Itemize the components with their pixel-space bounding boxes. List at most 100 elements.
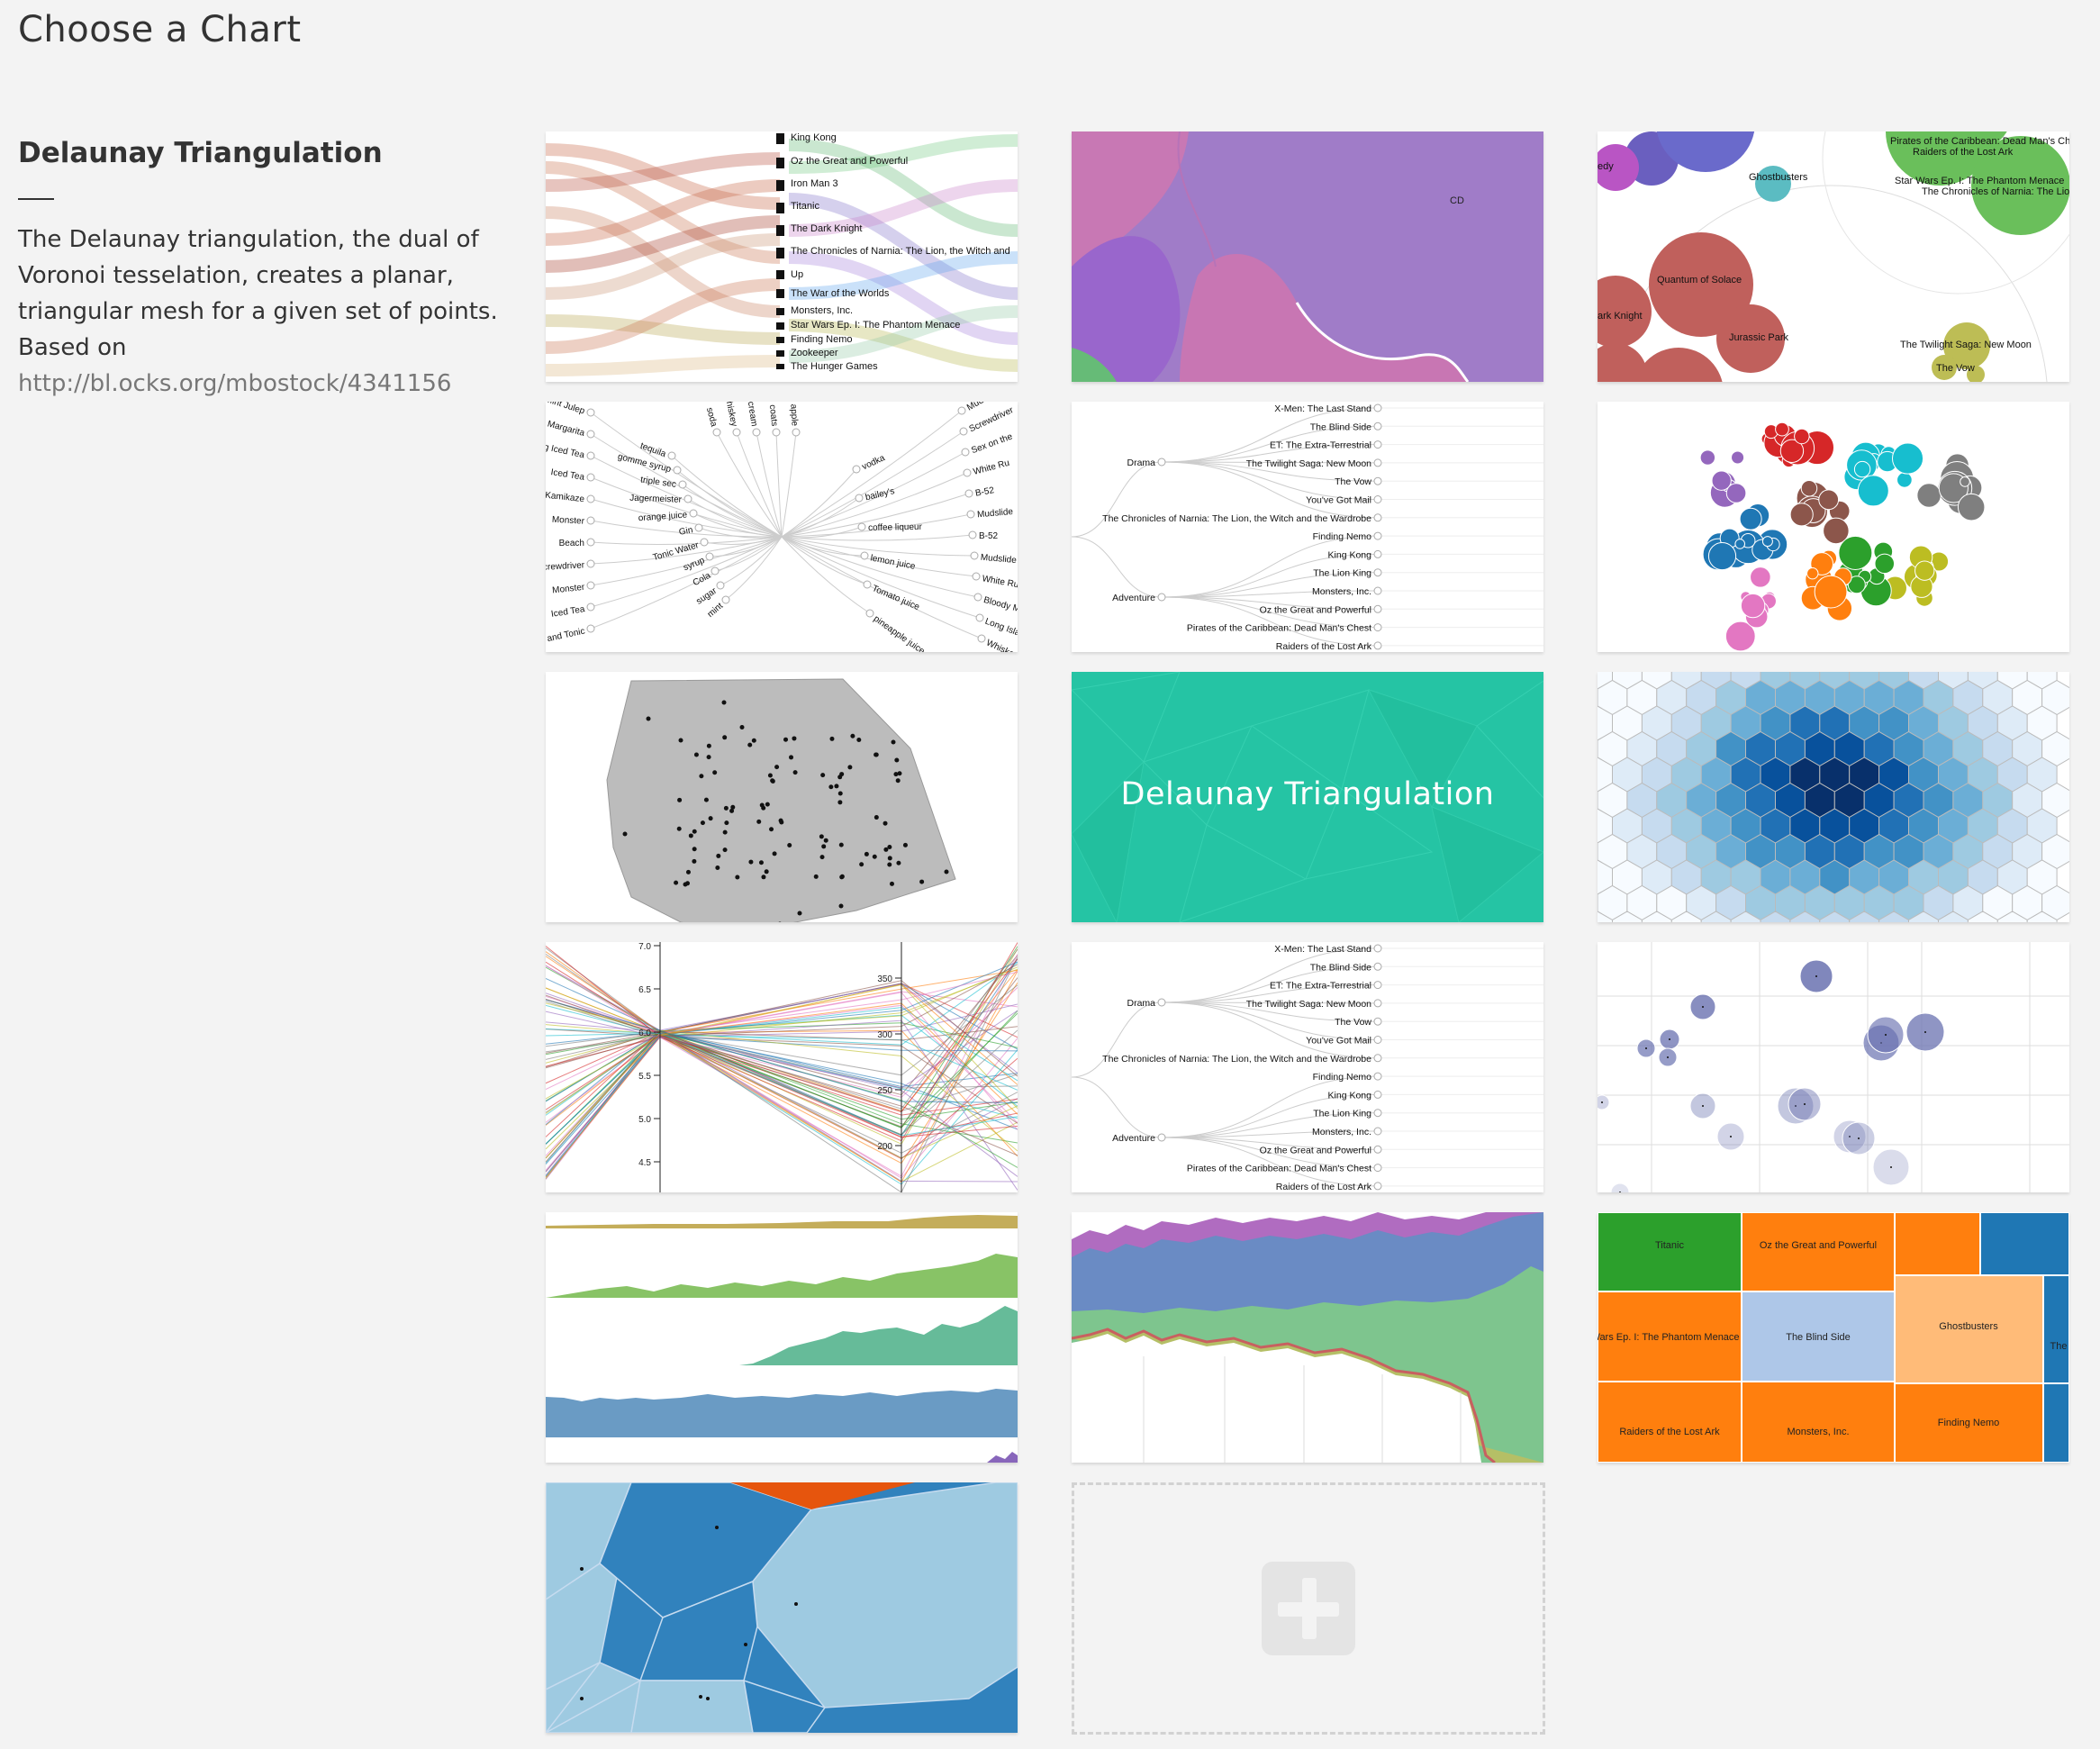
set-label: King Kong: [791, 132, 837, 143]
selected-chart-description: The Delaunay triangulation, the dual of …: [18, 226, 498, 361]
axis-tick: 4.5: [638, 1158, 651, 1168]
treemap-label: The: [2050, 1341, 2068, 1352]
set-label: The Hunger Games: [791, 361, 878, 372]
bubble-label: Star Wars Ep. I: The Phantom Menace: [1895, 176, 2064, 186]
tree-label: whiskey: [722, 402, 738, 428]
leaf-label: The Lion King: [1313, 1109, 1371, 1119]
tree-label: Iced Tea: [550, 467, 585, 483]
leaf-label: Monsters, Inc.: [1312, 586, 1371, 597]
chart-tile-blob-areas[interactable]: CD: [1072, 131, 1543, 382]
tree-label: and Tonic: [547, 627, 586, 645]
treemap-label: Ghostbusters: [1939, 1321, 1998, 1332]
axis-tick: 350: [877, 974, 892, 984]
leaf-label: Raiders of the Lost Ark: [1276, 641, 1372, 652]
set-label: Monsters, Inc.: [791, 305, 853, 316]
axis-tick: 5.0: [638, 1115, 651, 1125]
bubble-label: The Vow: [1936, 363, 1975, 374]
tree-label: White Ru: [973, 458, 1011, 477]
treemap-label: Titanic: [1655, 1240, 1684, 1251]
tree-label: coffee liqueur: [868, 522, 923, 533]
chart-tile-small-multiples[interactable]: [546, 1212, 1018, 1463]
leaf-label: The Chronicles of Narnia: The Lion, the …: [1102, 513, 1371, 524]
chart-tile-voronoi[interactable]: [546, 1482, 1018, 1733]
set-label: Titanic: [791, 201, 819, 212]
tree-label: Beach: [559, 539, 584, 548]
chart-tile-hexbin[interactable]: [1598, 672, 2069, 922]
axis-tick: 200: [877, 1142, 892, 1152]
treemap-label: Oz the Great and Powerful: [1760, 1240, 1877, 1251]
bubble-label: Raiders of the Lost Ark: [1913, 147, 2014, 158]
axis-tick: 5.5: [638, 1072, 651, 1082]
set-label: Zookeeper: [791, 348, 838, 358]
leaf-label: The Blind Side: [1310, 962, 1371, 973]
set-label: The Dark Knight: [791, 223, 862, 234]
tree-label: Sex on the: [970, 431, 1014, 456]
tree-label: lemon juice: [870, 553, 917, 572]
chart-tile-radial-tree[interactable]: Mint Julep Margarita Long Iced Tea Iced Tea…: [546, 402, 1018, 652]
chart-tile-tree[interactable]: Drama Adventure X-Men: The Last Stand The B…: [1072, 942, 1543, 1192]
leaf-label: Pirates of the Caribbean: Dead Man's Che…: [1187, 623, 1371, 634]
bubble-label: The Twilight Saga: New Moon: [1900, 340, 2032, 350]
tree-label: Iced Tea: [550, 604, 585, 620]
leaf-label: X-Men: The Last Stand: [1274, 403, 1371, 414]
leaf-label: Pirates of the Caribbean: Dead Man's Che…: [1187, 1164, 1371, 1174]
chart-tile-bubble-pack[interactable]: Pirates of the Caribbean: Dead Man's Che…: [1598, 131, 2069, 382]
tree-label: Screwdriver: [546, 560, 585, 573]
leaf-label: The Twilight Saga: New Moon: [1246, 458, 1371, 469]
chart-tile-bubble-scatter[interactable]: [1598, 942, 2069, 1192]
treemap-label: Wars Ep. I: The Phantom Menace: [1598, 1332, 1740, 1343]
add-chart-tile[interactable]: [1072, 1482, 1545, 1735]
source-link[interactable]: http://bl.ocks.org/mbostock/4341156: [18, 366, 522, 402]
set-label: Iron Man 3: [791, 178, 838, 189]
leaf-label: King Kong: [1328, 1090, 1372, 1101]
bubble-label: Ghostbusters: [1749, 172, 1808, 183]
set-label: Star Wars Ep. I: The Phantom Menace: [791, 320, 960, 331]
chart-tile-convex-hull[interactable]: [546, 672, 1018, 922]
chart-tile-delaunay-triangulation[interactable]: Delaunay Triangulation: [1072, 672, 1543, 922]
leaf-label: Oz the Great and Powerful: [1260, 604, 1371, 615]
chart-tile-dendrogram[interactable]: Drama Adventure X-Men: The Last Stand The B…: [1072, 402, 1543, 652]
chart-tile-parallel-coordinates[interactable]: 7.0 6.5 6.0 5.5 5.0 4.5 350 300 250 200: [546, 942, 1018, 1192]
leaf-label: ET: The Extra-Terrestrial: [1270, 440, 1371, 451]
chart-tile-stacked-area[interactable]: [1072, 1212, 1543, 1463]
leaf-label: The Chronicles of Narnia: The Lion, the …: [1102, 1054, 1371, 1065]
treemap-label: The Blind Side: [1786, 1332, 1851, 1343]
tree-label: pineapple juice: [872, 614, 927, 652]
tree-label: Mudslide: [980, 553, 1017, 566]
title-divider: [18, 198, 54, 200]
tree-label: B-52: [979, 531, 999, 541]
leaf-label: The Lion King: [1313, 568, 1371, 579]
leaf-label: The Blind Side: [1310, 421, 1371, 432]
leaf-label: Raiders of the Lost Ark: [1276, 1182, 1372, 1192]
group-label: Drama: [1127, 998, 1155, 1009]
tree-label: Bloody Mar: [982, 595, 1018, 617]
tree-label: White Ru: [982, 574, 1018, 590]
leaf-label: The Vow: [1335, 476, 1371, 487]
leaf-label: Monsters, Inc.: [1312, 1127, 1371, 1137]
set-label: The Chronicles of Narnia: The Lion, the …: [791, 246, 1010, 257]
bubble-label: Pirates of the Caribbean: Dead Man's Che…: [1890, 136, 2069, 147]
treemap-label: Monsters, Inc.: [1787, 1427, 1849, 1437]
leaf-label: King Kong: [1328, 549, 1372, 560]
chart-description-panel: Delaunay Triangulation The Delaunay tria…: [18, 137, 522, 402]
chart-tile-treemap[interactable]: Titanic Oz the Great and Powerful Wars E…: [1598, 1212, 2069, 1463]
set-label: Up: [791, 269, 803, 280]
tree-label: Gin: [678, 525, 693, 538]
treemap-label: Raiders of the Lost Ark: [1619, 1427, 1720, 1437]
leaf-label: Oz the Great and Powerful: [1260, 1145, 1371, 1155]
tree-label: coats: [767, 404, 779, 427]
leaf-label: You've Got Mail: [1306, 495, 1371, 506]
cd-label: CD: [1450, 195, 1464, 206]
chart-tile-bubble-cluster[interactable]: [1598, 402, 2069, 652]
tree-label: mint: [706, 601, 726, 620]
chart-tile-parallel-sets[interactable]: King Kong Oz the Great and Powerful Iron M…: [546, 131, 1018, 382]
leaf-label: The Vow: [1335, 1017, 1371, 1028]
plus-icon: [1262, 1562, 1355, 1655]
bubble-label: edy: [1598, 161, 1614, 172]
tree-label: Mint Julep: [546, 402, 586, 417]
chart-gallery: King Kong Oz the Great and Powerful Iron M…: [546, 131, 2069, 1735]
tree-label: vodka: [861, 453, 887, 472]
tree-label: bailey's: [864, 486, 896, 503]
axis-tick: 6.0: [638, 1029, 651, 1038]
selected-chart-title: Delaunay Triangulation: [18, 137, 383, 169]
